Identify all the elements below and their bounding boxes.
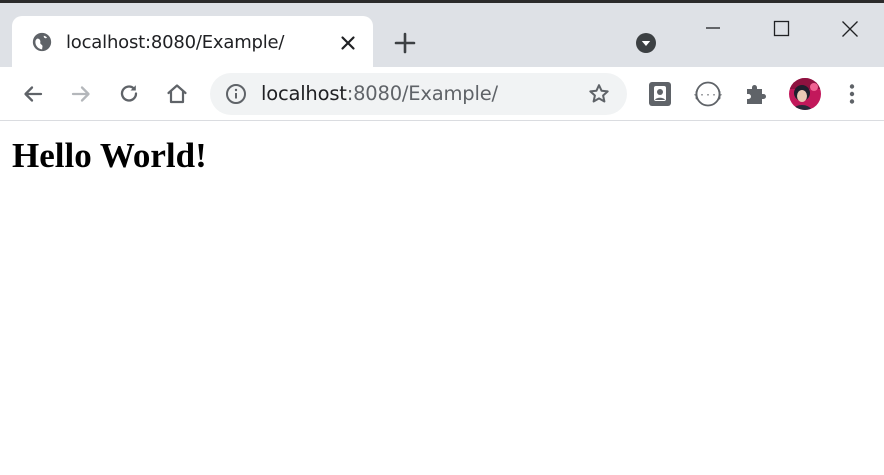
json-viewer-icon[interactable]: {···} xyxy=(694,80,722,108)
info-icon[interactable] xyxy=(225,83,247,105)
avatar[interactable] xyxy=(788,77,822,111)
page-heading: Hello World! xyxy=(12,136,207,175)
kebab-menu-icon[interactable] xyxy=(838,80,866,108)
new-tab-button[interactable] xyxy=(392,30,418,56)
minimize-button[interactable] xyxy=(690,8,736,48)
globe-icon xyxy=(31,31,53,53)
contact-card-icon[interactable] xyxy=(646,80,674,108)
svg-text:{···}: {···} xyxy=(694,90,722,101)
tab-strip: localhost:8080/Example/ xyxy=(0,3,884,70)
page-content: Hello World! xyxy=(0,122,884,475)
reload-button[interactable] xyxy=(115,80,143,108)
browser-toolbar: localhost:8080/Example/ {···} xyxy=(0,67,884,121)
window-close-button[interactable] xyxy=(826,8,872,48)
home-button[interactable] xyxy=(163,80,191,108)
close-icon[interactable] xyxy=(336,31,360,55)
star-icon[interactable] xyxy=(587,82,611,106)
tab-title: localhost:8080/Example/ xyxy=(66,32,285,53)
url-text[interactable]: localhost:8080/Example/ xyxy=(261,82,498,105)
active-tab[interactable]: localhost:8080/Example/ xyxy=(12,16,373,70)
maximize-button[interactable] xyxy=(758,8,804,48)
puzzle-icon[interactable] xyxy=(742,80,770,108)
url-host: localhost xyxy=(261,82,347,105)
back-button[interactable] xyxy=(19,80,47,108)
forward-button[interactable] xyxy=(67,80,95,108)
url-path: :8080/Example/ xyxy=(346,82,498,105)
tab-search-icon[interactable] xyxy=(635,32,657,54)
address-bar[interactable]: localhost:8080/Example/ xyxy=(210,73,627,115)
